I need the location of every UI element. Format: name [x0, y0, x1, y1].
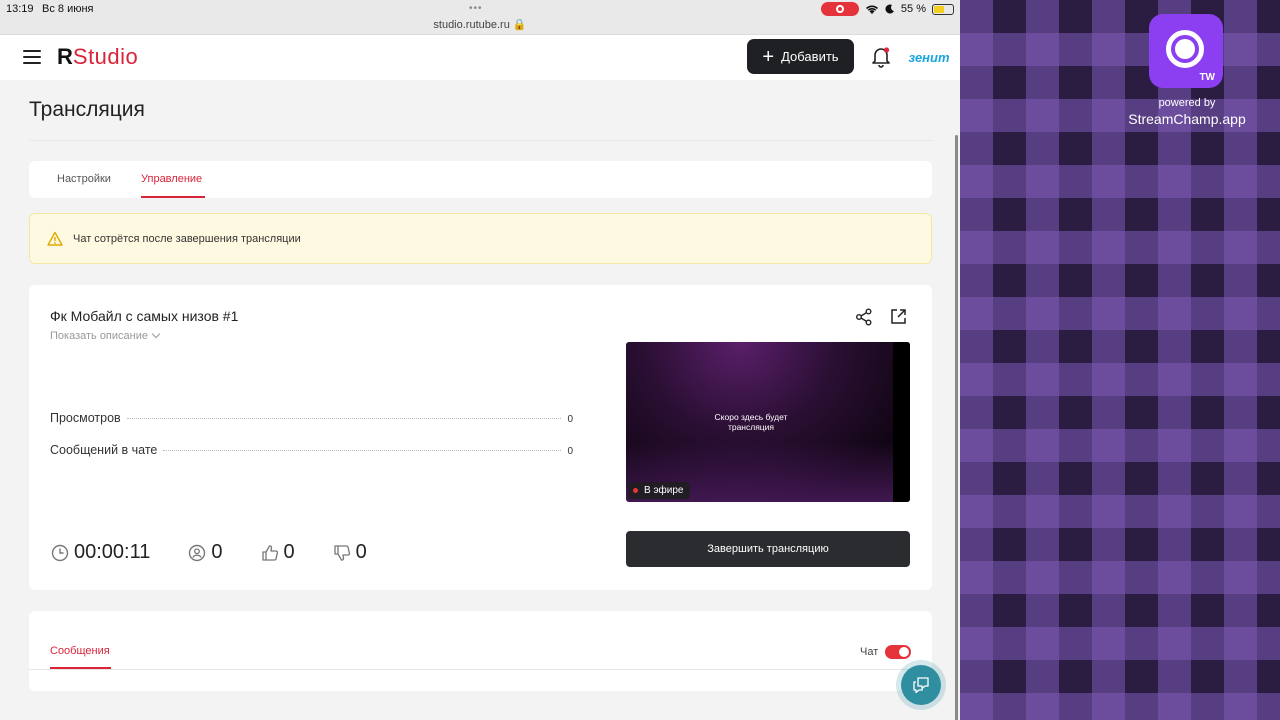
- live-counters: 00:00:11 0 0 0: [51, 541, 405, 564]
- device-status-bar: 13:19 Вс 8 июня ••• studio.rutube.ru 🔒 5…: [0, 0, 960, 35]
- support-chat-button[interactable]: [901, 665, 941, 705]
- stat-value: 0: [567, 414, 573, 425]
- viewers-value: 0: [211, 541, 223, 563]
- stream-preview[interactable]: Скоро здесь будет трансляция В эфире: [626, 342, 910, 502]
- chevron-down-icon: [151, 329, 161, 339]
- likes-value: 0: [283, 541, 295, 563]
- chat-warning-alert: Чат сотрётся после завершения трансляции: [29, 213, 932, 264]
- stat-label: Сообщений в чате: [50, 443, 158, 457]
- rutube-studio-logo[interactable]: RStudio: [57, 44, 138, 70]
- tab-bar: Настройки Управление: [29, 161, 932, 198]
- status-date: Вс 8 июня: [42, 3, 94, 15]
- stat-row-chat-messages: Сообщений в чате 0: [50, 443, 573, 457]
- streamchamp-app-icon: TW: [1149, 14, 1223, 88]
- chat-help-icon: [913, 677, 929, 694]
- dislikes-counter: 0: [333, 541, 367, 564]
- stat-row-views: Просмотров 0: [50, 411, 573, 425]
- powered-by-text: powered by: [1158, 97, 1216, 109]
- tab-messages[interactable]: Сообщения: [50, 645, 110, 657]
- alert-text: Чат сотрётся после завершения трансляции: [73, 233, 301, 245]
- tab-settings[interactable]: Настройки: [57, 173, 111, 185]
- open-external-icon[interactable]: [890, 308, 907, 325]
- streamchamp-app-name: StreamChamp.app: [1128, 111, 1246, 127]
- add-button[interactable]: + Добавить: [747, 39, 854, 74]
- scrollbar[interactable]: [955, 135, 958, 720]
- warning-icon: [47, 231, 63, 246]
- stat-value: 0: [567, 446, 573, 457]
- stat-label: Просмотров: [50, 411, 121, 425]
- user-icon: [189, 544, 206, 561]
- preview-placeholder-text: Скоро здесь будет трансляция: [714, 412, 788, 432]
- viewers-counter: 0: [188, 541, 223, 564]
- thumbs-up-icon: [261, 544, 278, 561]
- active-tab-indicator: [141, 196, 205, 198]
- live-badge: В эфире: [628, 482, 690, 499]
- moon-icon: [885, 4, 894, 14]
- divider: [29, 140, 932, 141]
- browser-url[interactable]: studio.rutube.ru 🔒: [0, 18, 960, 31]
- status-time: 13:19: [6, 3, 34, 15]
- timer-value: 00:00:11: [74, 541, 151, 563]
- app-header: RStudio + Добавить зенит: [0, 35, 960, 80]
- tab-management[interactable]: Управление: [141, 173, 202, 185]
- studio-app: RStudio + Добавить зенит Трансляция Наст…: [0, 35, 960, 720]
- stream-title: Фк Мобайл с самых низов #1: [50, 308, 239, 324]
- stream-card: Фк Мобайл с самых низов #1 Показать опис…: [29, 285, 932, 590]
- thumbs-down-icon: [333, 544, 350, 561]
- likes-counter: 0: [261, 541, 295, 564]
- add-button-label: Добавить: [781, 49, 839, 64]
- notifications-bell-icon[interactable]: [871, 46, 891, 68]
- multitask-dots-icon[interactable]: •••: [469, 3, 483, 14]
- avatar[interactable]: зенит: [908, 40, 950, 74]
- live-dot-icon: [633, 488, 638, 493]
- streamchamp-overlay: TW powered by StreamChamp.app: [960, 0, 1280, 720]
- dislikes-value: 0: [355, 541, 367, 563]
- plus-icon: +: [762, 45, 775, 68]
- share-icon[interactable]: [855, 308, 873, 326]
- page-title: Трансляция: [29, 98, 145, 121]
- chat-toggle[interactable]: [885, 645, 911, 659]
- divider: [29, 669, 932, 670]
- menu-icon[interactable]: [23, 50, 41, 64]
- battery-icon: [932, 3, 954, 15]
- chat-toggle-label: Чат: [860, 646, 879, 658]
- end-stream-button[interactable]: Завершить трансляцию: [626, 531, 910, 567]
- wifi-icon: [865, 5, 878, 14]
- clock-icon: [51, 544, 69, 561]
- show-description-toggle[interactable]: Показать описание: [50, 329, 161, 342]
- battery-percent: 55 %: [900, 3, 926, 15]
- screen-record-icon[interactable]: [820, 2, 859, 16]
- messages-card: Сообщения Чат: [29, 611, 932, 691]
- status-icons: 55 %: [820, 2, 954, 16]
- timer-counter: 00:00:11: [51, 541, 150, 564]
